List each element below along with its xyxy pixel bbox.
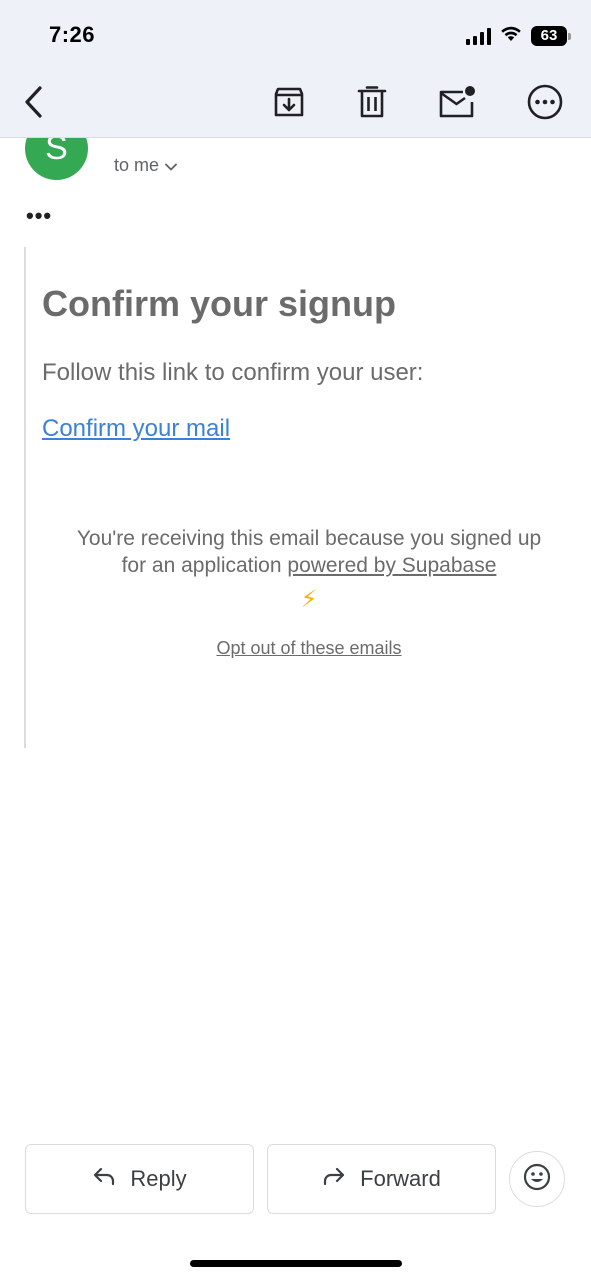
top-chrome: 7:26 63 (0, 0, 591, 138)
more-options-button[interactable] (525, 84, 565, 124)
reply-button[interactable]: Reply (25, 1144, 254, 1214)
reply-arrow-icon (92, 1166, 116, 1192)
archive-icon (272, 85, 306, 124)
forward-arrow-icon (322, 1166, 346, 1192)
email-body: Confirm your signup Follow this link to … (24, 247, 564, 748)
status-icons: 63 (466, 24, 571, 47)
reply-label: Reply (130, 1166, 187, 1191)
cellular-signal-icon (466, 27, 491, 45)
status-time: 7:26 (49, 22, 96, 47)
battery-icon: 63 (531, 25, 571, 46)
mark-unread-button[interactable] (437, 84, 477, 124)
battery-level: 63 (540, 26, 558, 44)
mark-unread-icon (437, 85, 477, 124)
email-footer: You're receiving this email because you … (66, 525, 552, 662)
recipient-details-toggle[interactable]: to me (114, 155, 177, 176)
chevron-down-icon (165, 155, 177, 176)
back-button[interactable] (14, 84, 54, 124)
lightning-bolt-icon: ⚡ (300, 586, 318, 613)
forward-button[interactable]: Forward (267, 1144, 496, 1214)
powered-by-supabase-link[interactable]: powered by Supabase (287, 554, 496, 577)
opt-out-link[interactable]: Opt out of these emails (216, 635, 401, 662)
show-trimmed-content-icon[interactable]: ••• (26, 205, 52, 227)
emoji-reaction-button[interactable] (509, 1151, 565, 1207)
forward-label: Forward (360, 1166, 441, 1191)
wifi-icon (499, 24, 523, 47)
email-heading: Confirm your signup (42, 283, 396, 324)
back-arrow-icon (22, 85, 46, 124)
recipient-label: to me (114, 155, 160, 175)
archive-button[interactable] (269, 84, 309, 124)
trash-icon (356, 85, 388, 124)
email-body-text: Follow this link to confirm your user: (42, 359, 424, 386)
confirm-mail-link[interactable]: Confirm your mail (42, 415, 230, 443)
home-indicator (190, 1260, 402, 1267)
delete-button[interactable] (352, 84, 392, 124)
smiley-icon (523, 1163, 551, 1196)
more-options-icon (526, 83, 564, 126)
